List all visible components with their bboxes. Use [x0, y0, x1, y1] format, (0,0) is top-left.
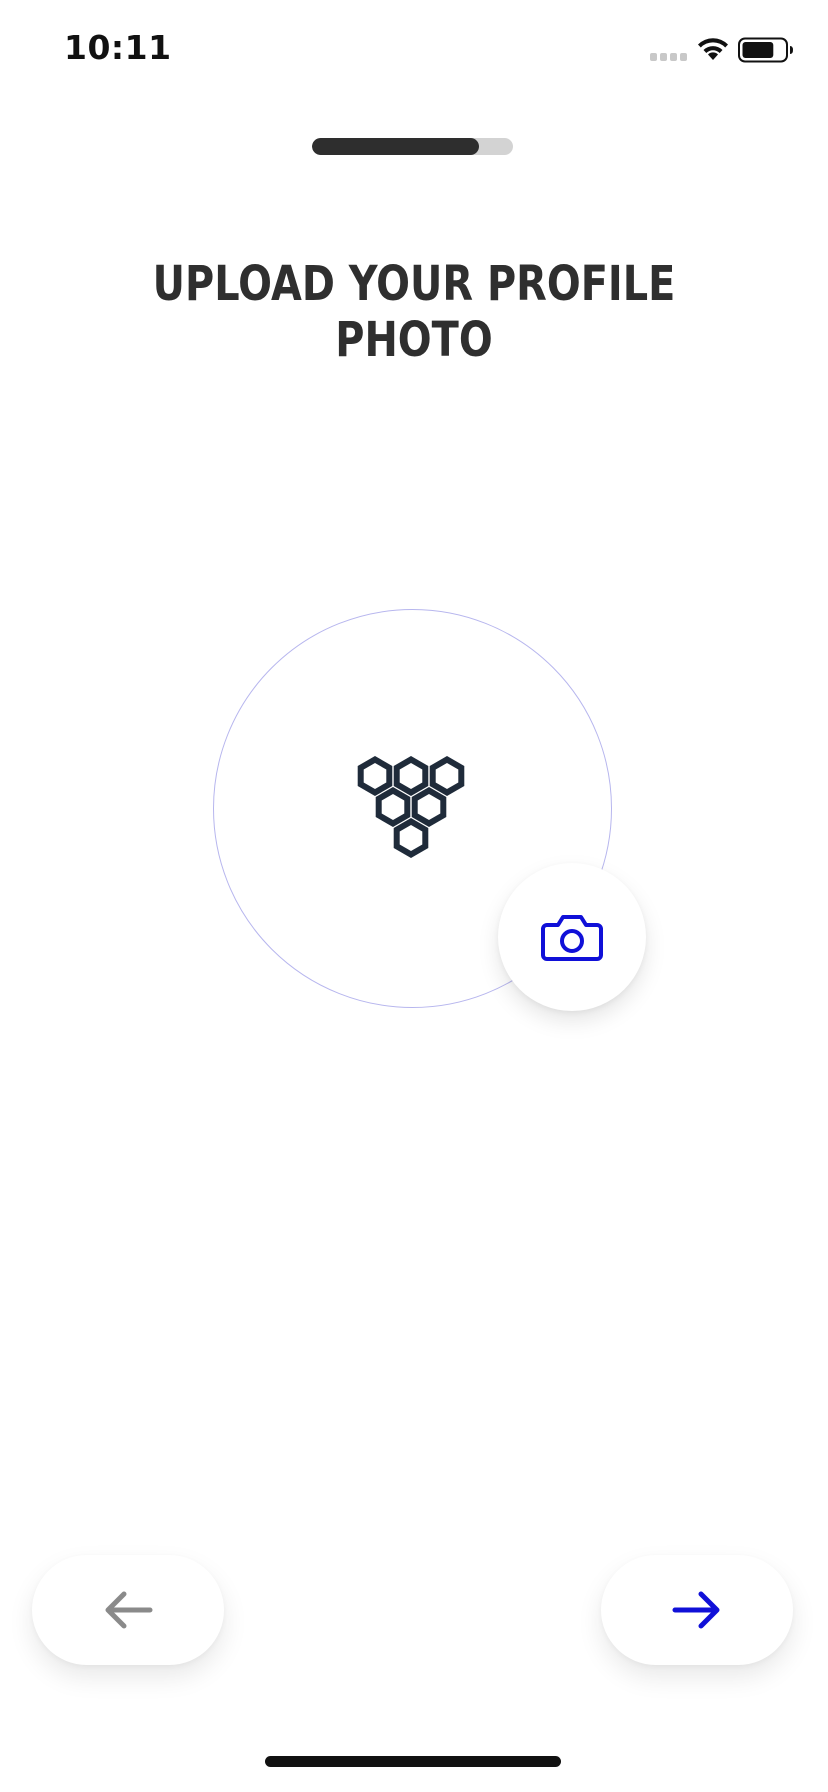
camera-button[interactable]: [498, 863, 646, 1011]
progress-fill: [312, 138, 479, 155]
onboarding-progress-bar: [312, 138, 513, 155]
back-button[interactable]: [32, 1555, 224, 1665]
page-title: UPLOAD YOUR PROFILE PHOTO: [152, 256, 676, 368]
arrow-left-icon: [105, 1591, 153, 1629]
honeycomb-logo-icon: [357, 756, 465, 858]
status-bar: 10:11: [0, 0, 828, 100]
status-time: 10:11: [64, 28, 172, 67]
arrow-right-icon: [672, 1591, 720, 1629]
camera-icon: [541, 915, 603, 961]
next-button[interactable]: [601, 1555, 793, 1665]
home-indicator: [265, 1756, 561, 1767]
battery-icon: [738, 37, 793, 63]
cellular-dots-icon: [650, 53, 687, 61]
wifi-icon: [698, 38, 728, 60]
